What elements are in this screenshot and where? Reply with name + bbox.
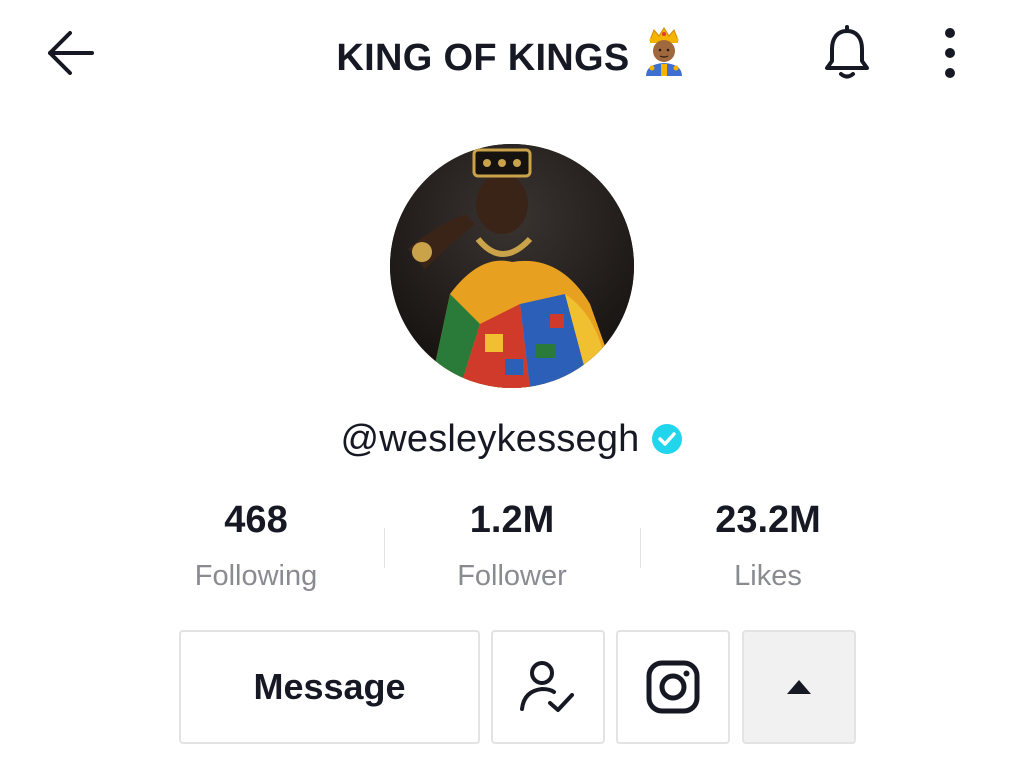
- likes-label: Likes: [734, 560, 802, 592]
- instagram-button[interactable]: [616, 630, 730, 744]
- profile-actions: Message: [0, 630, 1024, 746]
- likes-count: 23.2M: [715, 499, 821, 541]
- following-count: 468: [224, 499, 288, 541]
- suggested-accounts-toggle[interactable]: [742, 630, 856, 744]
- vertical-dots-icon: [945, 28, 955, 78]
- following-status-button[interactable]: [491, 630, 605, 744]
- follower-count: 1.2M: [469, 499, 555, 541]
- profile-avatar[interactable]: [390, 144, 634, 388]
- stat-divider: [640, 528, 641, 568]
- prince-emoji-icon: [640, 26, 688, 90]
- stat-divider: [384, 528, 385, 568]
- bell-icon: [825, 25, 869, 79]
- follower-label: Follower: [457, 560, 567, 592]
- following-label: Following: [194, 560, 318, 592]
- stat-following[interactable]: 468 Following: [128, 496, 384, 606]
- triangle-up-icon: [787, 680, 811, 694]
- stat-followers[interactable]: 1.2M Follower: [384, 496, 640, 606]
- person-check-icon: [520, 661, 574, 712]
- notification-button[interactable]: [816, 22, 878, 84]
- top-bar: KING OF KINGS: [0, 0, 1024, 110]
- avatar-image: [390, 144, 634, 388]
- more-options-button[interactable]: [928, 22, 972, 84]
- stat-likes[interactable]: 23.2M Likes: [640, 496, 896, 606]
- username: @wesleykessegh: [340, 417, 640, 460]
- title-text: KING OF KINGS: [336, 37, 630, 79]
- message-button[interactable]: Message: [179, 630, 480, 744]
- profile-stats: 468 Following 1.2M Follower 23.2M Likes: [128, 496, 896, 606]
- instagram-icon: [646, 660, 700, 714]
- username-row: @wesleykessegh: [0, 414, 1024, 464]
- verified-badge-icon: [650, 422, 684, 456]
